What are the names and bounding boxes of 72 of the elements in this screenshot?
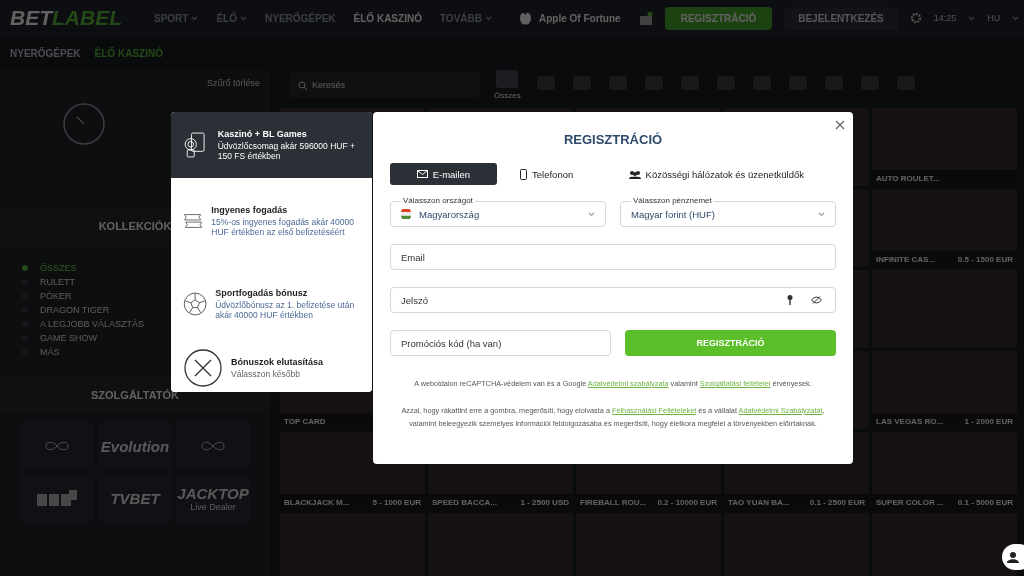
cancel-circle-icon	[183, 348, 223, 388]
provider-logo[interactable]: TVBET	[98, 474, 172, 522]
phone-icon	[520, 168, 528, 180]
game-tile[interactable]: INFINITE CAS... 0.5 - 1500 EUR	[872, 189, 1017, 267]
caret-icon	[968, 15, 976, 21]
collection-item[interactable]: ÖSSZES	[22, 263, 77, 273]
clock-icon	[62, 102, 106, 146]
clear-filter-link[interactable]: Szűrő törlése	[206, 78, 260, 88]
apple-icon	[520, 11, 531, 25]
collection-item[interactable]: RULETT	[22, 277, 75, 287]
breadcrumb-link[interactable]: NYERŐGÉPEK	[10, 47, 81, 59]
eye-slash-icon	[811, 296, 822, 304]
people-icon	[628, 169, 641, 179]
bet-range: 1 - 2000 EUR	[964, 416, 1013, 426]
bet-range: 0.2 - 10000 EUR	[657, 497, 717, 507]
bet-range: 0.1 - 2500 EUR	[809, 497, 865, 507]
game-tile[interactable]	[872, 513, 1017, 576]
settings-icon	[909, 12, 922, 24]
register-submit-button[interactable]: REGISZTRÁCIÓ	[625, 330, 836, 356]
brand-logo[interactable]: BETLABEL	[10, 6, 122, 30]
gift-icon	[638, 11, 653, 25]
blocks-logo-icon	[37, 490, 77, 506]
collection-item[interactable]: PÓKER	[22, 291, 72, 301]
chevron-down-icon	[818, 211, 825, 217]
email-field[interactable]: Email	[390, 244, 836, 270]
bet-range: 0.5 - 1500 EUR	[957, 254, 1013, 264]
game-title: LAS VEGAS RO...	[876, 416, 944, 426]
search-icon	[298, 81, 307, 90]
game-title: SPEED BACCA...	[432, 497, 497, 507]
caret-icon	[1012, 15, 1020, 21]
promo-code-field[interactable]: Promóciós kód (ha van)	[390, 330, 611, 356]
collection-item[interactable]: GAME SHOW	[22, 333, 97, 343]
provider-logo[interactable]	[176, 422, 250, 470]
collection-item[interactable]: DRAGON TIGER	[22, 305, 110, 315]
chevron-down-icon	[588, 211, 595, 217]
key-icon	[787, 295, 793, 305]
hungary-flag-icon	[401, 209, 411, 219]
game-title: INFINITE CAS...	[876, 254, 936, 264]
provider-logo[interactable]	[20, 474, 94, 522]
dialog-title: REGISZTRÁCIÓ	[562, 132, 664, 147]
bet-range: 0.1 - 5000 EUR	[957, 497, 1013, 507]
bet-range: 5 - 1000 EUR	[372, 497, 421, 507]
bonus-option[interactable]: Kaszinó + BL Games Üdvözlőcsomag akár 596000 HUF + 150 FS értékben	[171, 112, 372, 178]
login-button[interactable]: BEJELENTKEZÉS	[784, 6, 898, 30]
game-title: TAO YUAN BA...	[728, 497, 790, 507]
password-field[interactable]: Jelszó	[390, 287, 836, 313]
register-button[interactable]: REGISZTRÁCIÓ	[664, 6, 773, 30]
collection-item[interactable]: MÁS	[22, 347, 60, 357]
provider-logo[interactable]: JACKTOP Live Dealer	[176, 474, 250, 522]
support-agent-icon	[1007, 551, 1019, 563]
bet-range: 1 - 2500 USD	[520, 497, 569, 507]
game-tile[interactable]: AUTO ROULET...	[872, 108, 1017, 186]
nav-link[interactable]: ÉLŐ KASZINÓ	[353, 12, 422, 24]
game-title: SUPER COLOR ...	[876, 497, 944, 507]
close-icon	[835, 120, 845, 130]
game-title: FIREBALL ROU...	[580, 497, 647, 507]
provider-logo[interactable]	[20, 422, 94, 470]
game-title: TOP CARD	[284, 416, 326, 426]
tab[interactable]: Közösségi hálózatok és üzenetküldők	[596, 163, 836, 185]
provider-logo[interactable]: Evolution	[98, 422, 172, 470]
search-field[interactable]: Keresés	[290, 72, 480, 98]
infinity-logo-icon	[42, 440, 72, 452]
game-tile[interactable]: LAS VEGAS RO... 1 - 2000 EUR	[872, 351, 1017, 429]
game-tile[interactable]: SUPER COLOR ... 0.1 - 5000 EUR	[872, 432, 1017, 510]
chat-button[interactable]	[1002, 544, 1024, 570]
infinity-logo-icon	[198, 440, 228, 452]
tab[interactable]: Telefonon	[496, 163, 597, 185]
tab[interactable]: E-mailen	[390, 163, 497, 185]
game-title: AUTO ROULET...	[876, 173, 940, 183]
game-title: BLACKJACK M...	[284, 497, 350, 507]
envelope-icon	[416, 170, 428, 178]
featured-game-link[interactable]: Apple Of Fortune	[539, 12, 621, 24]
